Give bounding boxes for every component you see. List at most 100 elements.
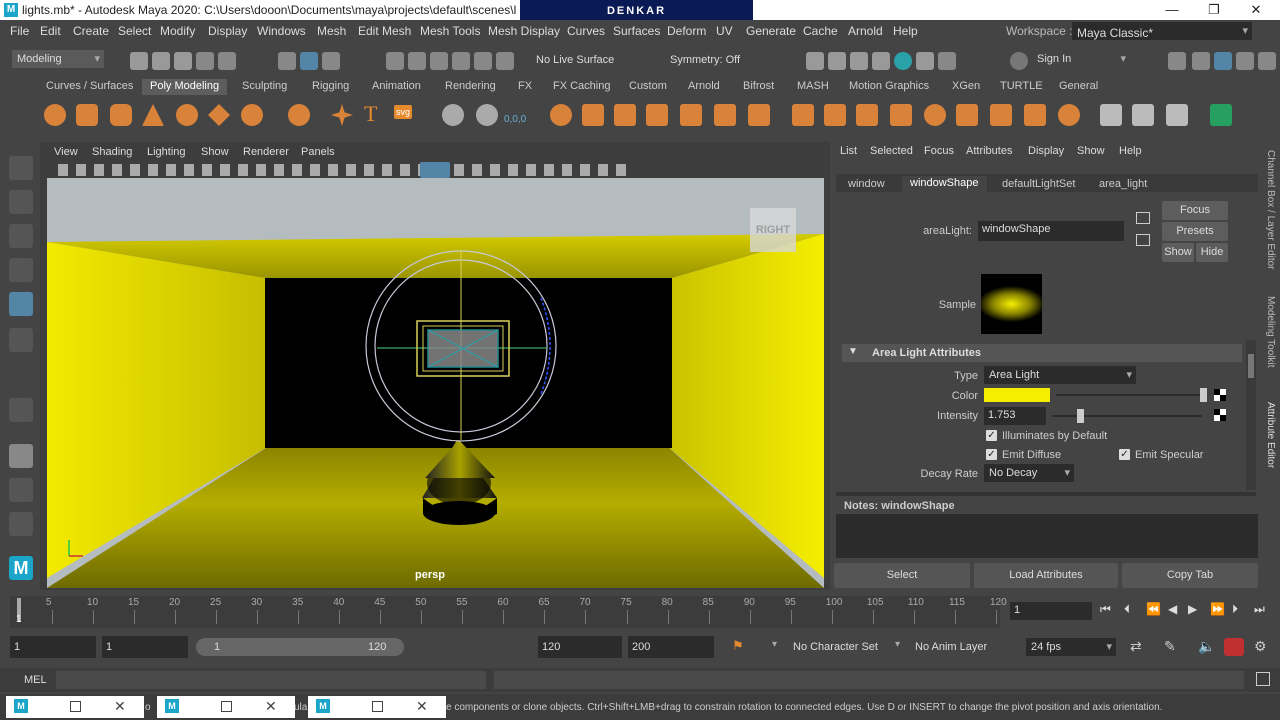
super-shape-icon[interactable] — [331, 104, 353, 126]
append-icon[interactable] — [890, 104, 912, 126]
menu-create[interactable]: Create — [73, 24, 109, 38]
paint-select-icon[interactable] — [9, 224, 33, 248]
menu-modify[interactable]: Modify — [160, 24, 195, 38]
ae-tab-defaultlightset[interactable]: defaultLightSet — [1002, 178, 1075, 190]
load-attributes-button[interactable]: Load Attributes — [974, 563, 1118, 588]
light-type-dropdown[interactable]: Area Light — [984, 366, 1136, 384]
play-backwards-icon[interactable]: ◀ — [1168, 602, 1177, 616]
separate-icon[interactable] — [582, 104, 604, 126]
intensity-slider-handle[interactable] — [1077, 409, 1084, 423]
go-to-input-icon[interactable] — [1136, 212, 1150, 224]
menu-generate[interactable]: Generate — [746, 24, 796, 38]
shelf-tab-general[interactable]: General — [1059, 80, 1098, 92]
open-scene-icon[interactable] — [152, 52, 170, 70]
symmetry-label[interactable]: Symmetry: Off — [670, 54, 740, 66]
hide-button[interactable]: Hide — [1196, 243, 1228, 262]
3d-viewport[interactable]: RIGHT persp — [47, 178, 824, 588]
shelf-tab-turtle[interactable]: TURTLE — [1000, 80, 1043, 92]
current-frame-field[interactable]: 1 — [1010, 602, 1092, 620]
arnold-render-icon[interactable] — [916, 52, 934, 70]
presets-button[interactable]: Presets — [1162, 222, 1228, 241]
menu-arnold[interactable]: Arnold — [848, 24, 883, 38]
ae-divider[interactable] — [836, 492, 1256, 496]
svg-tool-icon[interactable]: svg — [394, 105, 413, 119]
character-set-label[interactable]: No Character Set — [793, 641, 878, 653]
channel-box-toggle-icon[interactable] — [1258, 52, 1276, 70]
quad-draw-icon[interactable] — [1100, 104, 1122, 126]
menu-windows[interactable]: Windows — [257, 24, 306, 38]
workspace-dropdown[interactable]: Maya Classic* — [1072, 22, 1252, 40]
side-tab-channel-box[interactable]: Channel Box / Layer Editor — [1265, 150, 1276, 280]
hypershade-icon[interactable] — [894, 52, 912, 70]
mel-input[interactable] — [56, 671, 486, 689]
shelf-tab-rigging[interactable]: Rigging — [312, 80, 349, 92]
render-settings-icon[interactable] — [872, 52, 890, 70]
task-close-icon[interactable]: ✕ — [114, 698, 126, 715]
menu-display[interactable]: Display — [208, 24, 247, 38]
go-to-output-icon[interactable] — [1136, 234, 1150, 246]
auto-key-icon[interactable]: ⚑ — [732, 638, 744, 654]
snap-grid-icon[interactable] — [386, 52, 404, 70]
pause-icon[interactable] — [938, 52, 956, 70]
reduce-icon[interactable] — [680, 104, 702, 126]
menu-edit[interactable]: Edit — [40, 24, 61, 38]
snap-surface-icon[interactable] — [474, 52, 492, 70]
ae-menu-display[interactable]: Display — [1028, 145, 1064, 157]
range-slider[interactable]: 1 120 — [196, 638, 404, 656]
modeling-toolkit-icon[interactable] — [1168, 52, 1186, 70]
select-tool-icon[interactable] — [9, 156, 33, 180]
ae-scrollbar[interactable] — [1246, 340, 1256, 490]
select-object-icon[interactable] — [300, 52, 318, 70]
attribute-editor-toggle-icon[interactable] — [1214, 52, 1232, 70]
mel-label[interactable]: MEL — [24, 674, 47, 686]
taskbar-item-1[interactable]: M ✕ — [6, 696, 144, 718]
ae-tab-windowshape[interactable]: windowShape — [902, 176, 987, 194]
render-frame-icon[interactable] — [828, 52, 846, 70]
section-header-area-light-attributes[interactable]: ▼ Area Light Attributes — [842, 344, 1242, 362]
mirror-icon[interactable] — [614, 104, 636, 126]
snap-curve-icon[interactable] — [408, 52, 426, 70]
target-weld-icon[interactable] — [956, 104, 978, 126]
end-time-field[interactable]: 120 — [538, 636, 622, 658]
menu-curves[interactable]: Curves — [567, 24, 605, 38]
poly-disc-icon[interactable] — [241, 104, 263, 126]
show-button[interactable]: Show — [1162, 243, 1194, 262]
light-toggle-icon[interactable] — [420, 162, 450, 178]
color-slider-handle[interactable] — [1200, 388, 1207, 402]
four-view-icon[interactable] — [9, 444, 33, 468]
undo-icon[interactable] — [196, 52, 214, 70]
layout-split-icon[interactable] — [9, 512, 33, 536]
shelf-tab-sculpting[interactable]: Sculpting — [242, 80, 287, 92]
save-scene-icon[interactable] — [174, 52, 192, 70]
menu-deform[interactable]: Deform — [667, 24, 706, 38]
viewport-menu-show[interactable]: Show — [201, 146, 229, 158]
ae-menu-show[interactable]: Show — [1077, 145, 1105, 157]
menu-mesh-display[interactable]: Mesh Display — [488, 24, 560, 38]
ae-menu-help[interactable]: Help — [1119, 145, 1142, 157]
focus-button[interactable]: Focus — [1162, 201, 1228, 220]
task-close-icon[interactable]: ✕ — [265, 698, 277, 715]
tool-settings-icon[interactable] — [1236, 52, 1254, 70]
move-tool-icon[interactable] — [9, 258, 33, 282]
emit-specular-checkbox[interactable]: ✓ — [1119, 449, 1130, 460]
poly-cube-icon[interactable] — [76, 104, 98, 126]
color-swatch[interactable] — [984, 388, 1050, 402]
anim-end-field[interactable]: 200 — [628, 636, 714, 658]
maya-home-icon[interactable]: M — [9, 556, 33, 580]
menu-surfaces[interactable]: Surfaces — [613, 24, 660, 38]
shelf-tab-animation[interactable]: Animation — [372, 80, 421, 92]
fps-dropdown[interactable]: 24 fps — [1026, 638, 1116, 656]
shelf-tab-curves-surfaces[interactable]: Curves / Surfaces — [46, 80, 133, 92]
ae-menu-list[interactable]: List — [840, 145, 857, 157]
retopo-icon[interactable] — [748, 104, 770, 126]
close-icon[interactable]: ✕ — [1236, 2, 1276, 18]
maximize-icon[interactable]: ❐ — [1194, 2, 1234, 18]
shelf-tab-rendering[interactable]: Rendering — [445, 80, 496, 92]
character-controls-icon[interactable] — [1192, 52, 1210, 70]
ae-menu-selected[interactable]: Selected — [870, 145, 913, 157]
shelf-tab-custom[interactable]: Custom — [629, 80, 667, 92]
menu-edit-mesh[interactable]: Edit Mesh — [358, 24, 411, 38]
ae-tab-area-light[interactable]: area_light — [1099, 178, 1147, 190]
poly-cone-icon[interactable] — [142, 104, 164, 126]
viewport-menu-shading[interactable]: Shading — [92, 146, 132, 158]
